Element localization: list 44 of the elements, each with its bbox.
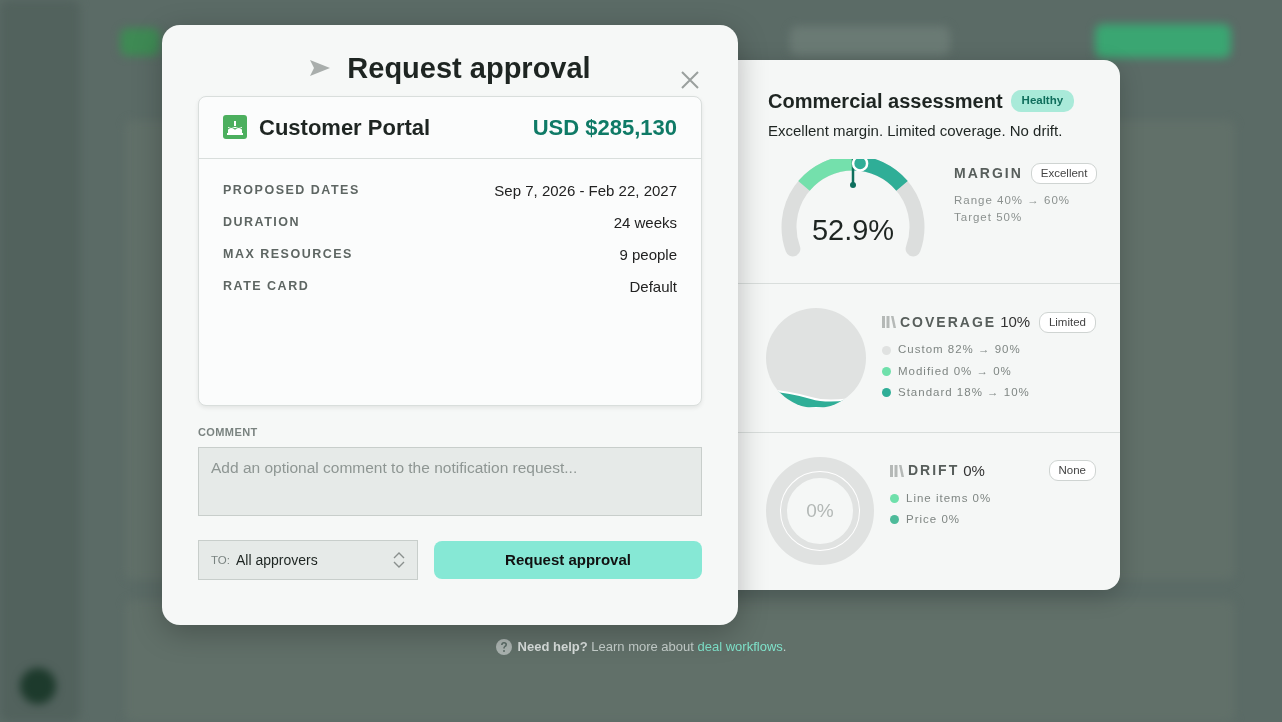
- comment-field[interactable]: Add an optional comment to the notification request...: [198, 447, 702, 517]
- drift-label: DRIFT: [908, 461, 960, 481]
- bars-icon: [890, 464, 904, 477]
- gauge-value: 52.9%: [810, 212, 896, 248]
- deal-name: Customer Portal: [259, 113, 431, 142]
- detail-label: DURATION: [223, 214, 301, 232]
- help-link[interactable]: deal workflows: [697, 639, 783, 654]
- coverage-badge: Limited: [1038, 311, 1096, 333]
- comment-label: COMMENT: [198, 424, 259, 440]
- coverage-legend-text: Standard 18% → 10%: [898, 384, 1030, 400]
- range-text: Range 40% → 60%: [954, 192, 1071, 208]
- help-icon: [495, 638, 512, 655]
- coverage-legend-text: Custom 82% → 90%: [898, 342, 1021, 358]
- coverage-value: 10%: [1000, 311, 1031, 332]
- status-badge: Healthy: [1010, 90, 1075, 112]
- updown-icon: [393, 551, 405, 570]
- deal-amount: USD $285,130: [532, 113, 677, 142]
- coverage-label: COVERAGE: [900, 312, 997, 332]
- detail-value: 24 weeks: [613, 212, 677, 233]
- detail-value: Sep 7, 2026 - Feb 22, 2027: [494, 180, 677, 201]
- detail-label: PROPOSED DATES: [223, 182, 360, 200]
- bars-icon: [882, 316, 896, 329]
- help-text: Need help? Learn more about deal workflows.: [517, 638, 787, 656]
- panel-title: Commercial assessment: [768, 89, 1003, 114]
- drift-legend-text: Price 0%: [906, 512, 961, 528]
- drift-legend-text: Line items 0%: [906, 491, 992, 506]
- drift-value: 0%: [963, 460, 985, 481]
- margin-badge: Excellent: [1030, 162, 1098, 184]
- request-approval-button[interactable]: Request approval: [434, 541, 702, 580]
- dialog-title: Request approval: [347, 51, 591, 86]
- summary-text: Excellent margin. Limited coverage. No drift.: [768, 121, 1064, 141]
- detail-label: RATE CARD: [223, 278, 310, 296]
- detail-value: Default: [629, 276, 677, 297]
- drift-badge: None: [1048, 460, 1096, 482]
- margin-label: MARGIN: [954, 163, 1023, 183]
- recipient-select[interactable]: TO: All approvers: [198, 540, 418, 581]
- coverage-legend-text: Modified 0% → 0%: [898, 363, 1012, 379]
- target-text: Target 50%: [954, 210, 1024, 225]
- cake-icon: [223, 115, 247, 140]
- donut-center-value: 0%: [805, 499, 835, 523]
- target-marker: [850, 158, 856, 188]
- send-icon: [309, 59, 332, 78]
- detail-label: MAX RESOURCES: [223, 246, 353, 264]
- detail-value: 9 people: [619, 244, 677, 265]
